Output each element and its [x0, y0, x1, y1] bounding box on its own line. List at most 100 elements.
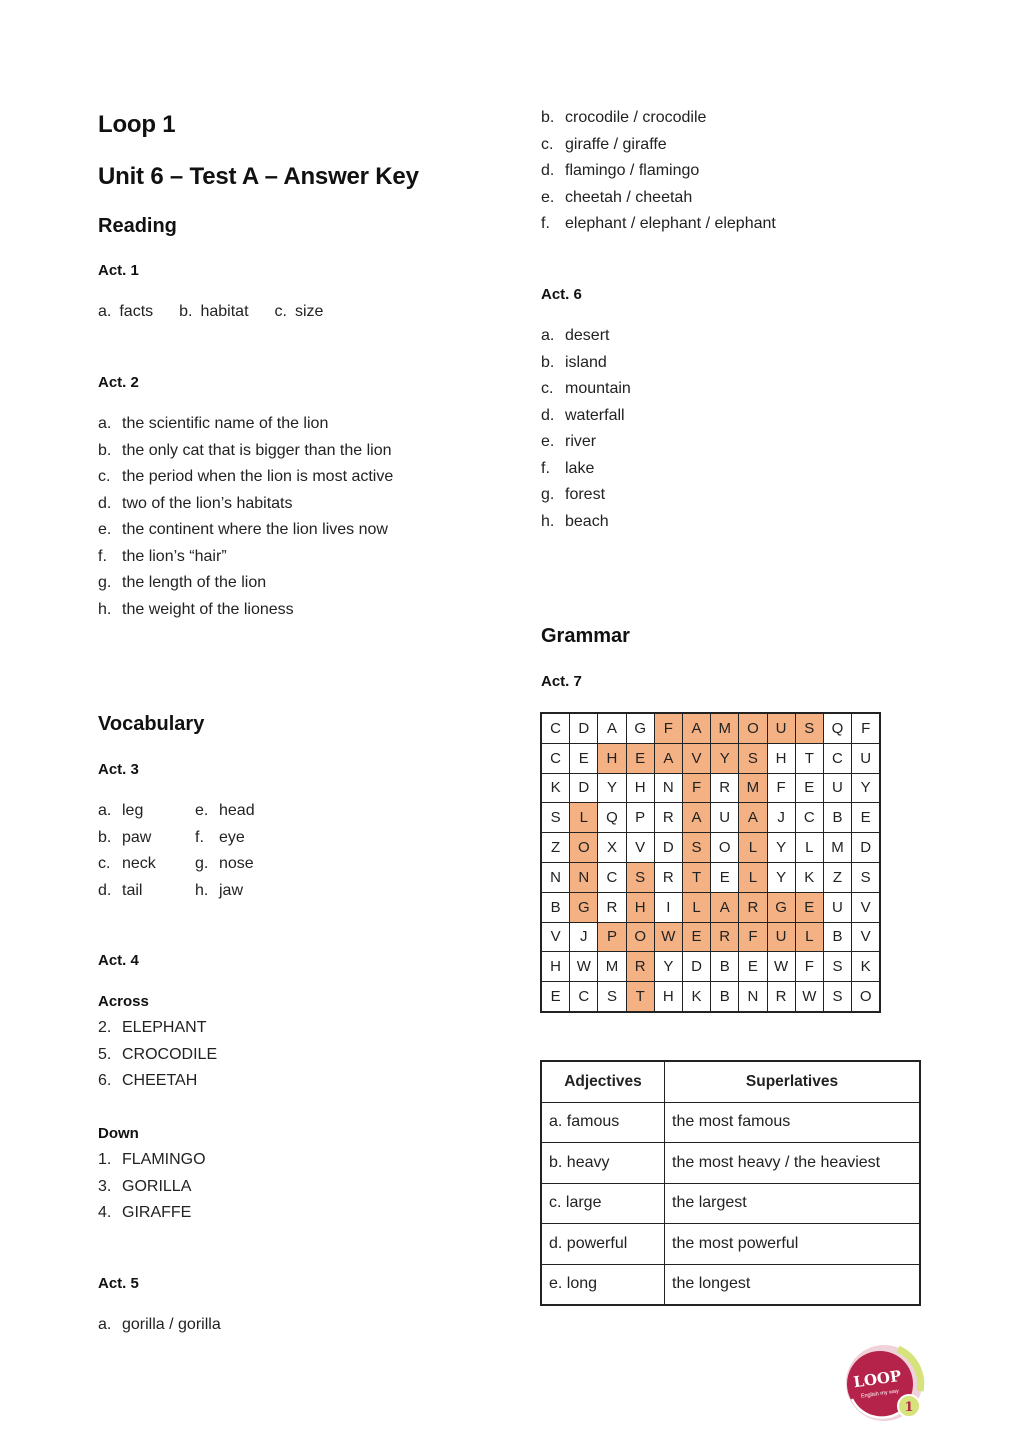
word-search-cell: F — [681, 772, 712, 804]
list-item-text: tail — [122, 881, 143, 899]
list-item-label: b. — [98, 828, 112, 846]
word-search-cell: D — [851, 832, 881, 863]
word-search-cell: O — [851, 981, 881, 1013]
list-item-label: c. — [98, 855, 111, 872]
act4-title: Act. 4 — [98, 952, 139, 969]
act4-down-list: 1. FLAMINGO 3. GORILLA 4. GIRAFFE — [98, 1147, 206, 1227]
word-search-cell: V — [540, 921, 571, 953]
list-item-label: e. — [98, 521, 112, 538]
word-search-cell: P — [597, 921, 627, 953]
list-item-text: river — [565, 433, 597, 450]
superlative-cell: the most famous — [664, 1101, 921, 1143]
act2-list: a. the scientific name of the lion b. the o… — [98, 411, 393, 623]
list-item-label: 5. — [98, 1045, 112, 1063]
page-title: Unit 6 – Test A – Answer Key — [98, 163, 419, 190]
list-item-label: f. — [98, 547, 107, 565]
word-search-cell: K — [794, 861, 824, 893]
word-search-cell: C — [569, 981, 599, 1013]
list-item-label: 1. — [98, 1151, 112, 1168]
word-search-cell: U — [710, 802, 740, 834]
word-search-cell: V — [625, 832, 655, 863]
word-search-cell: O — [569, 832, 599, 863]
list-item: a. leg — [98, 798, 156, 825]
list-item-label: c. — [98, 468, 111, 485]
list-item: c. neck — [98, 851, 156, 878]
act5-list-part2: b. crocodile / crocodile c. giraffe / giraf… — [541, 105, 776, 238]
word-search-cell: O — [625, 921, 655, 953]
list-item-text: lake — [565, 459, 595, 477]
column-header-adjectives: Adjectives — [540, 1060, 665, 1103]
list-item: a. gorilla / gorilla — [98, 1312, 221, 1339]
list-item: 3. GORILLA — [98, 1174, 206, 1201]
word-search-cell: B — [710, 981, 740, 1013]
list-item: f. eye — [195, 825, 255, 852]
list-item-text: FLAMINGO — [122, 1151, 206, 1168]
list-item-label: 2. — [98, 1019, 112, 1036]
word-search-cell: S — [625, 861, 655, 893]
word-search-cell: L — [738, 832, 768, 863]
column-header-superlatives: Superlatives — [664, 1060, 921, 1103]
act1-answer: b. habitat — [179, 303, 249, 320]
list-item-text: CHEETAH — [122, 1072, 198, 1089]
list-item-label: c. — [541, 380, 554, 397]
list-item-label: e. — [195, 802, 209, 819]
list-item-label: d. — [98, 494, 112, 512]
word-search-cell: S — [540, 802, 571, 834]
word-search-cell: U — [766, 921, 796, 953]
word-search-cell: R — [653, 802, 683, 834]
list-item-label: 3. — [98, 1177, 112, 1195]
word-search-cell: A — [681, 802, 712, 834]
list-item-label: a. — [98, 415, 112, 432]
word-search-cell: H — [766, 742, 796, 774]
word-search-cell: S — [822, 951, 853, 983]
word-search-cell: F — [766, 772, 796, 804]
superlative-cell: the most powerful — [664, 1223, 921, 1265]
list-item: e. cheetah / cheetah — [541, 185, 776, 212]
word-search-cell: U — [851, 742, 881, 774]
act5-title: Act. 5 — [98, 1275, 139, 1292]
word-search-cell: T — [794, 742, 824, 774]
section-heading-grammar: Grammar — [541, 625, 630, 647]
list-item-text: desert — [565, 327, 610, 344]
list-item-text: eye — [219, 828, 245, 846]
word-search-cell: X — [597, 832, 627, 863]
word-search-cell: E — [540, 981, 571, 1013]
word-search-cell: D — [653, 832, 683, 863]
word-search-cell: U — [822, 891, 853, 923]
word-search-cell: B — [540, 891, 571, 923]
list-item: e. river — [541, 429, 631, 456]
act2-title: Act. 2 — [98, 374, 139, 391]
word-search-cell: F — [738, 921, 768, 953]
word-search-cell: R — [766, 981, 796, 1013]
word-search-cell: B — [822, 802, 853, 834]
list-item-text: head — [219, 802, 255, 819]
word-search-cell: H — [625, 772, 655, 804]
list-item-text: crocodile / crocodile — [565, 109, 707, 126]
word-search-cell: G — [766, 891, 796, 923]
list-item-label: g. — [195, 855, 209, 872]
act3-title: Act. 3 — [98, 761, 139, 778]
word-search-cell: S — [738, 742, 768, 774]
word-search-cell: L — [569, 802, 599, 834]
word-search-cell: Y — [851, 772, 881, 804]
word-search-cell: A — [710, 891, 740, 923]
word-search-cell: Q — [822, 712, 853, 744]
word-search-cell: M — [822, 832, 853, 863]
list-item-label: d. — [541, 406, 555, 424]
word-search-row: CDAGFAMOUSQF — [540, 712, 881, 744]
word-search-cell: O — [710, 832, 740, 863]
word-search-cell: E — [738, 951, 768, 983]
list-item-label: 6. — [98, 1072, 112, 1089]
list-item: d. flamingo / flamingo — [541, 158, 776, 185]
list-item-text: flamingo / flamingo — [565, 162, 700, 179]
word-search-cell: K — [851, 951, 881, 983]
list-item-text: gorilla / gorilla — [122, 1316, 221, 1333]
word-search-cell: A — [653, 742, 683, 774]
word-search-cell: F — [653, 712, 683, 744]
list-item: c. giraffe / giraffe — [541, 132, 776, 159]
list-item-text: beach — [565, 512, 609, 530]
word-search-cell: S — [597, 981, 627, 1013]
list-item-text: CROCODILE — [122, 1045, 218, 1063]
act6-list: a. desert b. island c. mountain d. waterfall e. r… — [541, 323, 631, 535]
loop-logo: LOOP English my way 1 — [840, 1343, 928, 1427]
